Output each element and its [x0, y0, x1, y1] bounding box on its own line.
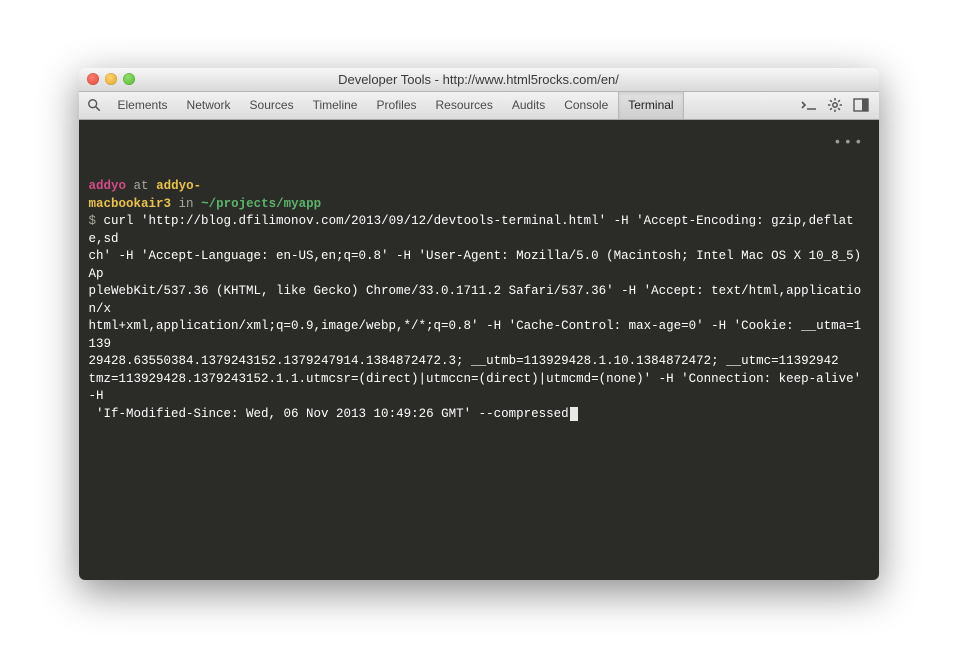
prompt-path: ~/projects/myapp	[201, 197, 321, 211]
devtools-toolbar: Elements Network Sources Timeline Profil…	[79, 92, 879, 120]
window-title: Developer Tools - http://www.html5rocks.…	[79, 72, 879, 87]
tab-label: Sources	[250, 98, 294, 112]
tab-profiles[interactable]: Profiles	[367, 92, 426, 119]
devtools-window: Developer Tools - http://www.html5rocks.…	[79, 68, 879, 580]
tab-network[interactable]: Network	[178, 92, 241, 119]
search-icon[interactable]	[79, 92, 109, 119]
prompt-host-prefix: addyo-	[156, 179, 201, 193]
tab-label: Timeline	[313, 98, 358, 112]
tab-label: Network	[187, 98, 231, 112]
prompt-host-rest: macbookair3	[89, 197, 172, 211]
tab-label: Resources	[436, 98, 493, 112]
window-titlebar: Developer Tools - http://www.html5rocks.…	[79, 68, 879, 92]
more-icon[interactable]: •••	[833, 134, 864, 154]
terminal-command: curl 'http://blog.dfilimonov.com/2013/09…	[89, 214, 869, 421]
minimize-icon[interactable]	[105, 73, 117, 85]
tab-elements[interactable]: Elements	[109, 92, 178, 119]
dock-icon[interactable]	[853, 98, 869, 112]
tab-label: Terminal	[628, 98, 673, 112]
tab-label: Console	[564, 98, 608, 112]
gear-icon[interactable]	[827, 97, 843, 113]
tab-label: Profiles	[376, 98, 416, 112]
drawer-toggle-icon[interactable]	[801, 98, 817, 112]
terminal-pane[interactable]: ••• addyo at addyo- macbookair3 in ~/pro…	[79, 120, 879, 580]
toolbar-spacer	[684, 92, 791, 119]
tab-console[interactable]: Console	[555, 92, 618, 119]
prompt-at: at	[134, 179, 149, 193]
maximize-icon[interactable]	[123, 73, 135, 85]
tab-label: Elements	[118, 98, 168, 112]
traffic-lights	[87, 73, 135, 85]
tab-sources[interactable]: Sources	[241, 92, 304, 119]
tab-terminal[interactable]: Terminal	[618, 92, 683, 119]
prompt-in: in	[179, 197, 194, 211]
toolbar-right	[791, 92, 879, 119]
close-icon[interactable]	[87, 73, 99, 85]
tab-resources[interactable]: Resources	[427, 92, 503, 119]
prompt-symbol: $	[89, 214, 97, 228]
terminal-content: addyo at addyo- macbookair3 in ~/project…	[89, 178, 869, 423]
cursor-icon	[570, 407, 578, 421]
tab-timeline[interactable]: Timeline	[304, 92, 368, 119]
prompt-user: addyo	[89, 179, 127, 193]
devtools-tabs: Elements Network Sources Timeline Profil…	[109, 92, 684, 119]
tab-audits[interactable]: Audits	[503, 92, 555, 119]
tab-label: Audits	[512, 98, 545, 112]
